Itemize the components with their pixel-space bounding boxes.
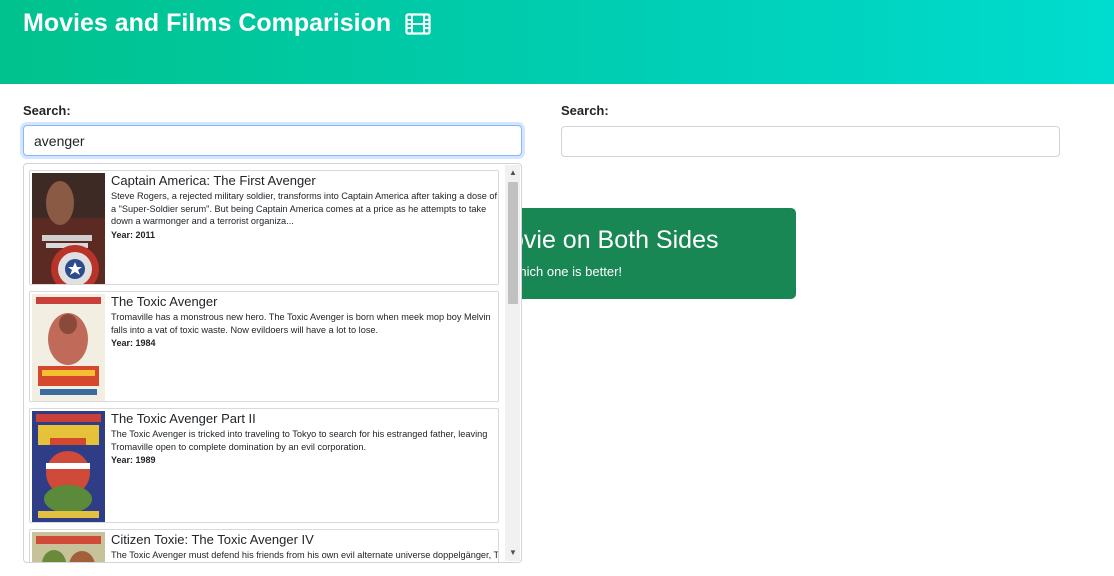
scroll-down-icon[interactable]: ▼ [508,547,518,559]
search-results-dropdown: Captain America: The First Avenger Steve… [23,163,522,563]
left-search-input[interactable] [23,125,522,156]
movie-title: Citizen Toxie: The Toxic Avenger IV [111,532,314,547]
movie-title: The Toxic Avenger Part II [111,411,256,426]
results-scrollbar[interactable]: ▲ ▼ [505,165,520,561]
movie-plot: Tromaville has a monstrous new hero. The… [111,312,491,335]
movie-poster [32,173,105,284]
result-item[interactable]: Captain America: The First Avenger Steve… [29,170,499,285]
right-search-input[interactable] [561,126,1060,157]
movie-year: Year: 2011 [111,230,156,240]
movie-poster [32,294,105,401]
movie-poster [32,411,105,522]
movie-plot: The Toxic Avenger must defend his friend… [111,550,499,560]
left-search-label: Search: [23,103,71,118]
banner-subtitle: which one is better! [510,264,623,279]
app-header: Movies and Films Comparision [0,0,1114,84]
result-item[interactable]: Citizen Toxie: The Toxic Avenger IV The … [29,529,499,562]
movie-title: The Toxic Avenger [111,294,218,309]
movie-year: Year: 1984 [111,338,156,348]
movie-plot: Steve Rogers, a rejected military soldie… [111,191,498,226]
result-item[interactable]: The Toxic Avenger Part II The Toxic Aven… [29,408,499,523]
app-title-wrap: Movies and Films Comparision [23,9,431,38]
right-search-label: Search: [561,103,609,118]
result-item[interactable]: The Toxic Avenger Tromaville has a monst… [29,291,499,402]
banner-title: ovie on Both Sides [510,226,719,254]
movie-year: Year: 1989 [111,455,156,465]
movie-poster [32,532,105,562]
movie-plot: The Toxic Avenger is tricked into travel… [111,429,488,452]
scroll-up-icon[interactable]: ▲ [508,167,518,179]
app-title: Movies and Films Comparision [23,9,392,37]
movie-title: Captain America: The First Avenger [111,173,316,188]
scroll-thumb[interactable] [508,182,518,304]
film-icon [405,12,431,35]
results-list: Captain America: The First Avenger Steve… [29,170,504,562]
